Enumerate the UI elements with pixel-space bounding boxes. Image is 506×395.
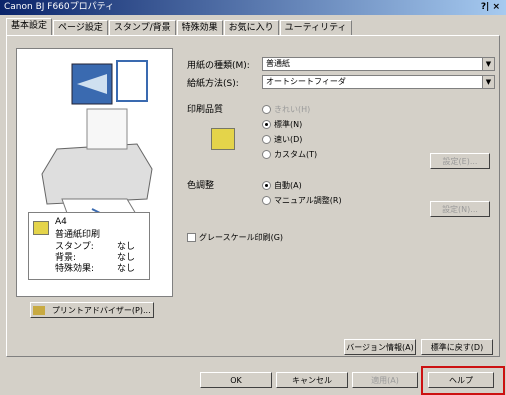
tab-page-setup[interactable]: ページ設定 xyxy=(53,20,108,35)
color-auto-radio[interactable]: 自動(A) xyxy=(262,180,302,191)
quality-standard-radio[interactable]: 標準(N) xyxy=(262,119,302,130)
tab-favorites[interactable]: お気に入り xyxy=(223,20,279,35)
summary-size: A4 xyxy=(55,217,67,227)
media-type-label: 用紙の種類(M): xyxy=(187,61,250,71)
paper-type-icon xyxy=(33,221,49,235)
quality-fast-radio[interactable]: 速い(D) xyxy=(262,134,302,145)
ok-button[interactable]: OK xyxy=(200,372,272,388)
paper-source-label: 給紙方法(S): xyxy=(187,79,239,89)
print-summary: A4 普通紙印刷 スタンプ: なし 背景: なし 特殊効果: なし xyxy=(28,212,150,280)
quality-icon xyxy=(211,128,235,150)
media-type-select[interactable]: 普通紙 ▼ xyxy=(262,57,495,71)
media-type-value: 普通紙 xyxy=(266,59,290,68)
title-bar: Canon BJ F660プロパティ ?| × xyxy=(0,0,506,15)
tab-utility[interactable]: ユーティリティ xyxy=(279,20,352,35)
tab-strip: 基本設定 ページ設定 スタンプ/背景 特殊効果 お気に入り ユーティリティ xyxy=(6,18,353,36)
window-controls[interactable]: ?| × xyxy=(481,0,500,15)
advisor-icon xyxy=(33,306,46,315)
tab-effects[interactable]: 特殊効果 xyxy=(176,20,223,35)
quality-settings-button[interactable]: 設定(E)... xyxy=(430,153,490,169)
tab-basic[interactable]: 基本設定 xyxy=(6,18,53,35)
paper-source-select[interactable]: オートシートフィーダ ▼ xyxy=(262,75,495,89)
grayscale-checkbox[interactable]: グレースケール印刷(G) xyxy=(187,232,283,243)
summary-effects-value: なし xyxy=(117,264,136,274)
window-title: Canon BJ F660プロパティ xyxy=(4,2,115,12)
version-info-button[interactable]: バージョン情報(A) xyxy=(344,339,416,355)
print-advisor-button[interactable]: プリントアドバイザー(P)... xyxy=(30,302,154,318)
print-advisor-label: プリントアドバイザー(P)... xyxy=(51,306,151,315)
cancel-button[interactable]: キャンセル xyxy=(276,372,348,388)
restore-defaults-button[interactable]: 標準に戻す(D) xyxy=(421,339,493,355)
summary-effects-label: 特殊効果: xyxy=(55,264,95,274)
quality-high-radio[interactable]: きれい(H) xyxy=(262,104,310,115)
chevron-down-icon: ▼ xyxy=(482,58,494,70)
quality-custom-radio[interactable]: カスタム(T) xyxy=(262,149,317,160)
paper-source-value: オートシートフィーダ xyxy=(266,77,346,86)
apply-button[interactable]: 適用(A) xyxy=(352,372,418,388)
help-button-highlight xyxy=(421,366,505,395)
color-manual-radio[interactable]: マニュアル調整(R) xyxy=(262,195,342,206)
color-adjust-label: 色調整 xyxy=(187,181,215,191)
chevron-down-icon: ▼ xyxy=(482,76,494,88)
color-settings-button[interactable]: 設定(N)... xyxy=(430,201,490,217)
print-quality-label: 印刷品質 xyxy=(187,105,224,115)
paper-icon xyxy=(116,60,148,102)
tab-stamp-background[interactable]: スタンプ/背景 xyxy=(108,20,176,35)
